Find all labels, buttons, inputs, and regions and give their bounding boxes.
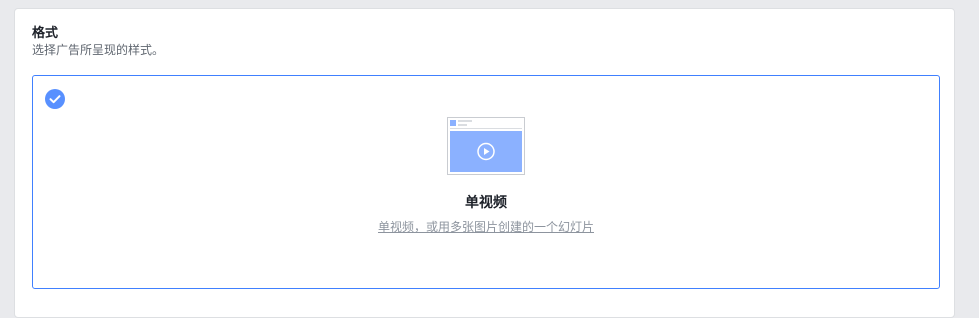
check-circle-icon <box>45 89 65 109</box>
format-option-description-link[interactable]: 单视频，或用多张图片创建的一个幻灯片 <box>378 220 594 234</box>
format-panel: 格式 选择广告所呈现的样式。 单视频 单视频，或用多张图片创建的一个幻灯片 <box>14 8 955 318</box>
format-option-title: 单视频 <box>465 195 507 211</box>
section-title: 格式 <box>32 26 59 41</box>
section-subtitle: 选择广告所呈现的样式。 <box>32 43 165 57</box>
single-video-format-card[interactable]: 单视频 单视频，或用多张图片创建的一个幻灯片 <box>32 75 940 289</box>
single-video-thumbnail-icon <box>447 117 525 175</box>
